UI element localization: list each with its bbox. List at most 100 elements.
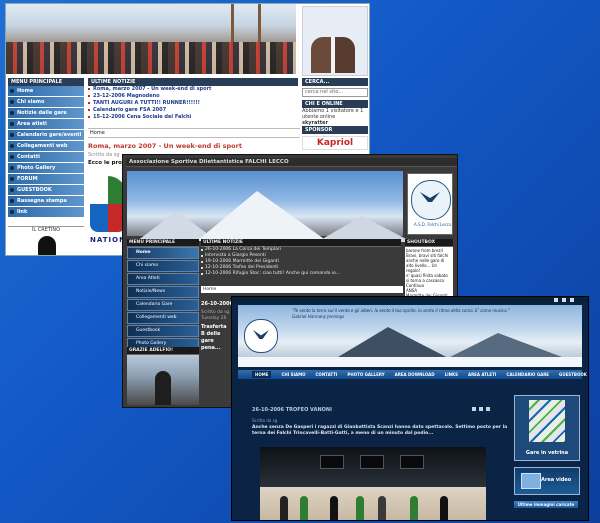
nav-item[interactable]: CHI SIAMO [281, 372, 305, 377]
post-text: Anche senza De Gasperi i ragazzi di Gian… [252, 425, 508, 436]
emblem-text: A.S.D. Falchi Lecco [414, 222, 452, 227]
menu-item[interactable]: Photo Gallery [8, 163, 84, 173]
latest-news: ULTIME NOTIZIE 26-10-2006 La Corsa dei T… [201, 239, 401, 277]
nav-item[interactable]: CONTATTI [315, 372, 337, 377]
cretino-photo [8, 233, 84, 255]
menu-header: MENU PRINCIPALE [127, 239, 199, 247]
article-author: Scritto da sg [88, 152, 120, 158]
bullet-icon [10, 155, 14, 159]
nav-item[interactable]: AREA ATLETI [468, 372, 496, 377]
grazie-box: GRAZIE ADELFIO! [127, 347, 199, 405]
news-link[interactable]: Calendario gare FSA 2007 [88, 107, 298, 114]
right-sidebar: Gare in vetrina Area video Ultime immagi… [514, 395, 580, 508]
gare-in-vetrina[interactable]: Gare in vetrina [514, 395, 580, 461]
article-title[interactable]: Roma, marzo 2007 - Un week-end di sport [88, 142, 242, 150]
news-header: ULTIME NOTIZIE [201, 239, 401, 247]
bullet-icon [10, 188, 14, 192]
shout-message: e' quasi finita sabato si torna a cassas… [406, 273, 448, 283]
nav-item[interactable]: AREA DOWNLOAD [395, 372, 435, 377]
news-link[interactable]: 12-10-2006 Rifugio Stoc: ciao tutti! Anc… [201, 271, 401, 277]
print-icon[interactable] [479, 407, 483, 411]
bullet-icon [10, 199, 14, 203]
news-link[interactable]: 23-12-2006 Magnodeno [88, 93, 298, 100]
menu-item[interactable]: Rassegna stampa [8, 196, 84, 206]
bullet-icon [10, 100, 14, 104]
mail-icon[interactable] [562, 298, 566, 302]
search-header: CERCA... [302, 78, 368, 86]
menu-item[interactable]: Chi siamo [127, 260, 199, 272]
menu-item[interactable]: Collegamenti web [8, 141, 84, 151]
nav-item[interactable]: HOME [252, 371, 272, 378]
mountain-banner [127, 171, 412, 242]
nation-logo [90, 176, 126, 232]
logo-text: NATION [90, 236, 126, 244]
club-emblem: A.S.D. Falchi Lecco [407, 173, 453, 235]
latest-images-bar[interactable]: Ultime immagini caricate [514, 501, 578, 508]
nav-item[interactable]: GUESTBOOK [559, 372, 587, 377]
menu-item[interactable]: link [8, 207, 84, 217]
crowd-image [6, 42, 296, 74]
article-date: 26-10-2006 [201, 301, 233, 307]
cretino-label: IL CRETINO [8, 226, 84, 233]
news-link[interactable]: 15-12-2006 Cena Sociale dei Falchi [88, 114, 298, 121]
online-header: CHI E ONLINE [302, 100, 368, 108]
shout-message: Bravi, bravi siti falchi anche nelle gar… [406, 253, 449, 273]
article-author: Scritto da sg [201, 310, 230, 315]
menu-item[interactable]: Collegamenti web [127, 312, 199, 324]
bullet-icon [10, 144, 14, 148]
area-video[interactable]: Area video [514, 467, 580, 495]
menu-item[interactable]: GUESTBOOK [8, 185, 84, 195]
article-day: Tuesday 26 [201, 316, 227, 321]
news-link[interactable]: Roma, marzo 2007 - Un week-end di sport [88, 86, 298, 93]
video-icon [521, 473, 541, 489]
right-column: CERCA... cerca nel sito... CHI E ONLINE … [302, 78, 368, 150]
menu-item[interactable]: Area Atleti [127, 273, 199, 285]
main-menu: MENU PRINCIPALE Home Chi siamo Notizie d… [8, 78, 84, 218]
post-photo [260, 447, 486, 520]
menu-item[interactable]: Calendario Gare [127, 299, 199, 311]
sponsor-logo[interactable]: Kapriol [302, 136, 368, 150]
falcon-icon [253, 330, 269, 339]
menu-header: MENU PRINCIPALE [8, 78, 84, 86]
post-actions [472, 407, 490, 411]
grazie-header: GRAZIE ADELFIO! [127, 347, 199, 355]
email-icon[interactable] [486, 407, 490, 411]
menu-item[interactable]: Home [8, 86, 84, 96]
menu-item[interactable]: Chi siamo [8, 97, 84, 107]
post-title[interactable]: 26-10-2006 TROFEO VANONI [252, 407, 332, 413]
bullet-icon [10, 133, 14, 137]
header-quote: "Te sento la terra sul il vento e gli al… [292, 308, 510, 313]
menu-item[interactable]: Guestbook [127, 325, 199, 337]
menu-item[interactable]: FORUM [8, 174, 84, 184]
home-icon[interactable] [554, 298, 558, 302]
quote-author: Gabriel Harmony Jennings [292, 314, 345, 319]
window-falchi-new-site: "Te sento la terra sul il vento e gli al… [231, 296, 589, 521]
menu-item[interactable]: Contatti [8, 152, 84, 162]
sponsor-header: SPONSOR [302, 126, 368, 134]
nav-item[interactable]: PHOTO GALLERY [347, 372, 384, 377]
nav-item[interactable]: CALENDARIO GARE [506, 372, 549, 377]
nav-item[interactable]: LINKS [445, 372, 458, 377]
breadcrumb[interactable]: Home [88, 128, 300, 138]
menu-item[interactable]: Notizie/News [127, 286, 199, 298]
grazie-photo [127, 355, 199, 405]
main-menu: MENU PRINCIPALE Home Chi siamo Area Atle… [127, 239, 199, 364]
sitemap-icon[interactable] [570, 298, 574, 302]
menu-item[interactable]: Notizie dalle gare [8, 108, 84, 118]
breadcrumb[interactable]: Home [201, 286, 403, 293]
menu-item[interactable]: Calendario gare/eventi [8, 130, 84, 140]
bullet-icon [10, 177, 14, 181]
search-input[interactable]: cerca nel sito... [302, 88, 368, 97]
news-link[interactable]: TANTI AUGURI A TUTTI!! RUNNER!!!!!! [88, 100, 298, 107]
video-label: Area video [541, 477, 572, 483]
bullet-icon [10, 111, 14, 115]
article-text: Trasferta B delle gare pena... [201, 324, 227, 351]
news-header: ULTIME NOTIZIE [88, 78, 298, 86]
menu-item[interactable]: Home [127, 247, 199, 259]
pdf-icon[interactable] [472, 407, 476, 411]
cretino-box: IL CRETINO [8, 226, 84, 255]
header-banner [238, 305, 582, 367]
menu-item[interactable]: Area atleti [8, 119, 84, 129]
club-emblem [244, 319, 278, 353]
bullet-icon [10, 122, 14, 126]
